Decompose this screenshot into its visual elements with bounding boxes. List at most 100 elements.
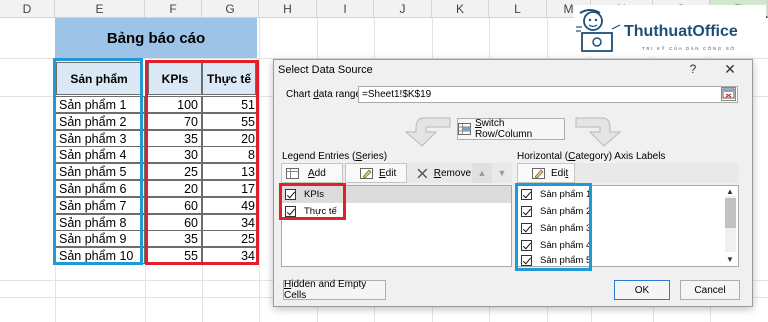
legend-item-label: KPIs (304, 189, 325, 200)
edit-axis-labels-button[interactable]: Edit (517, 163, 575, 183)
edit-series-label: Edit (379, 167, 397, 179)
axis-item-checkbox[interactable] (521, 206, 532, 217)
column-header-j[interactable]: J (374, 0, 432, 18)
move-up-button[interactable]: ▲ (472, 163, 492, 183)
axis-item-label: Sản phẩm 4 (540, 240, 592, 251)
remove-series-button[interactable]: Remove (409, 163, 471, 183)
product-cell[interactable]: Sản phẩm 2 (55, 112, 145, 130)
axis-item-5[interactable]: Sản phẩm 5 (518, 252, 723, 269)
legend-entries-label: Legend Entries (Series) (282, 151, 388, 162)
kpi-cell[interactable]: 35 (145, 230, 202, 248)
kpis-checkbox[interactable] (285, 189, 296, 200)
cancel-button[interactable]: Cancel (680, 280, 740, 300)
report-title-cell[interactable]: Bảng báo cáo (55, 18, 257, 58)
chart-data-range-input[interactable] (358, 86, 738, 103)
axis-item-2[interactable]: Sản phẩm 2 (518, 203, 723, 220)
product-cell[interactable]: Sản phẩm 8 (55, 213, 145, 231)
actual-cell[interactable]: 8 (202, 146, 259, 164)
logo-mascot-icon (576, 9, 621, 52)
header-product[interactable]: Sản phẩm (56, 62, 142, 95)
column-header-f[interactable]: F (145, 0, 202, 18)
kpi-cell[interactable]: 25 (145, 163, 202, 181)
actual-cell[interactable]: 25 (202, 230, 259, 248)
axis-toolbar: Edit (517, 163, 739, 183)
chevron-down-icon: ▼ (726, 255, 734, 264)
legend-item-kpis[interactable]: KPIs (282, 186, 511, 203)
axis-item-checkbox[interactable] (521, 223, 532, 234)
move-down-icon: ▼ (497, 168, 507, 178)
product-cell[interactable]: Sản phẩm 10 (55, 247, 145, 265)
legend-toolbar: Add Edit Remove ▲ ▼ (281, 163, 512, 183)
header-kpis[interactable]: KPIs (148, 62, 202, 95)
edit-axis-icon (532, 167, 545, 179)
axis-item-3[interactable]: Sản phẩm 3 (518, 220, 723, 237)
axis-labels-label: Horizontal (Category) Axis Labels (517, 151, 666, 162)
collapse-dialog-icon (722, 88, 735, 99)
hidden-empty-cells-label: Hidden and Empty Cells (284, 279, 367, 301)
kpi-cell[interactable]: 60 (145, 196, 202, 214)
kpi-cell[interactable]: 30 (145, 146, 202, 164)
grid-line (259, 18, 260, 322)
scroll-down-button[interactable]: ▼ (723, 254, 737, 266)
legend-item-thuc-te[interactable]: Thực tế (282, 203, 511, 220)
column-header-k[interactable]: K (432, 0, 489, 18)
axis-item-label: Sản phẩm 5 (540, 255, 592, 266)
actual-cell[interactable]: 17 (202, 180, 259, 197)
product-cell[interactable]: Sản phẩm 1 (55, 96, 145, 113)
actual-cell[interactable]: 34 (202, 247, 259, 265)
product-cell[interactable]: Sản phẩm 4 (55, 146, 145, 164)
column-header-h[interactable]: H (259, 0, 317, 18)
logo-name: ThuthuatOffice (624, 23, 738, 40)
edit-series-icon (360, 167, 373, 179)
collapse-range-button[interactable] (721, 87, 736, 101)
axis-item-checkbox[interactable] (521, 189, 532, 200)
ok-button[interactable]: OK (614, 280, 670, 300)
thuthuatoffice-logo: ThuthuatOffice TRI KỶ CỦA DÂN CÔNG SỞ (574, 5, 766, 57)
axis-item-checkbox[interactable] (521, 255, 532, 266)
switch-row-column-button[interactable]: Switch Row/Column (457, 118, 565, 140)
close-button[interactable]: ✕ (722, 61, 738, 78)
move-down-button[interactable]: ▼ (492, 163, 512, 183)
actual-cell[interactable]: 49 (202, 196, 259, 214)
kpi-cell[interactable]: 100 (145, 96, 202, 113)
column-header-g[interactable]: G (202, 0, 259, 18)
axis-item-checkbox[interactable] (521, 240, 532, 251)
add-series-button[interactable]: Add (281, 163, 343, 183)
axis-item-1[interactable]: Sản phẩm 1 (518, 186, 723, 203)
axis-item-label: Sản phẩm 1 (540, 189, 592, 200)
kpi-cell[interactable]: 60 (145, 213, 202, 231)
kpi-cell[interactable]: 70 (145, 112, 202, 130)
chevron-up-icon: ▲ (726, 187, 734, 196)
actual-cell[interactable]: 13 (202, 163, 259, 181)
column-header-d[interactable]: D (0, 0, 55, 18)
column-header-e[interactable]: E (55, 0, 145, 18)
scrollbar-thumb[interactable] (725, 198, 736, 228)
chart-data-range-label: Chart data range: (286, 89, 364, 100)
column-header-l[interactable]: L (489, 0, 547, 18)
axis-item-label: Sản phẩm 2 (540, 206, 592, 217)
legend-item-label: Thực tế (304, 206, 337, 217)
switch-grid-icon (458, 123, 471, 135)
kpi-cell[interactable]: 20 (145, 180, 202, 197)
actual-cell[interactable]: 51 (202, 96, 259, 113)
edit-series-button[interactable]: Edit (345, 163, 407, 183)
select-data-source-dialog: Select Data Source ? ✕ Chart data range:… (273, 59, 753, 307)
kpi-cell[interactable]: 35 (145, 129, 202, 147)
product-cell[interactable]: Sản phẩm 3 (55, 129, 145, 147)
product-cell[interactable]: Sản phẩm 6 (55, 180, 145, 197)
logo-tagline: TRI KỶ CỦA DÂN CÔNG SỞ (642, 46, 736, 51)
actual-cell[interactable]: 55 (202, 112, 259, 130)
product-cell[interactable]: Sản phẩm 9 (55, 230, 145, 248)
actual-cell[interactable]: 20 (202, 129, 259, 147)
product-cell[interactable]: Sản phẩm 5 (55, 163, 145, 181)
move-up-icon: ▲ (477, 168, 487, 178)
thuc-te-checkbox[interactable] (285, 206, 296, 217)
hidden-empty-cells-button[interactable]: Hidden and Empty Cells (283, 279, 386, 301)
kpi-cell[interactable]: 55 (145, 247, 202, 265)
actual-cell[interactable]: 34 (202, 213, 259, 231)
column-header-i[interactable]: I (317, 0, 374, 18)
header-actual[interactable]: Thực tế (202, 62, 256, 95)
curved-right-arrow-icon (575, 117, 622, 147)
product-cell[interactable]: Sản phẩm 7 (55, 196, 145, 214)
help-button[interactable]: ? (686, 62, 700, 76)
